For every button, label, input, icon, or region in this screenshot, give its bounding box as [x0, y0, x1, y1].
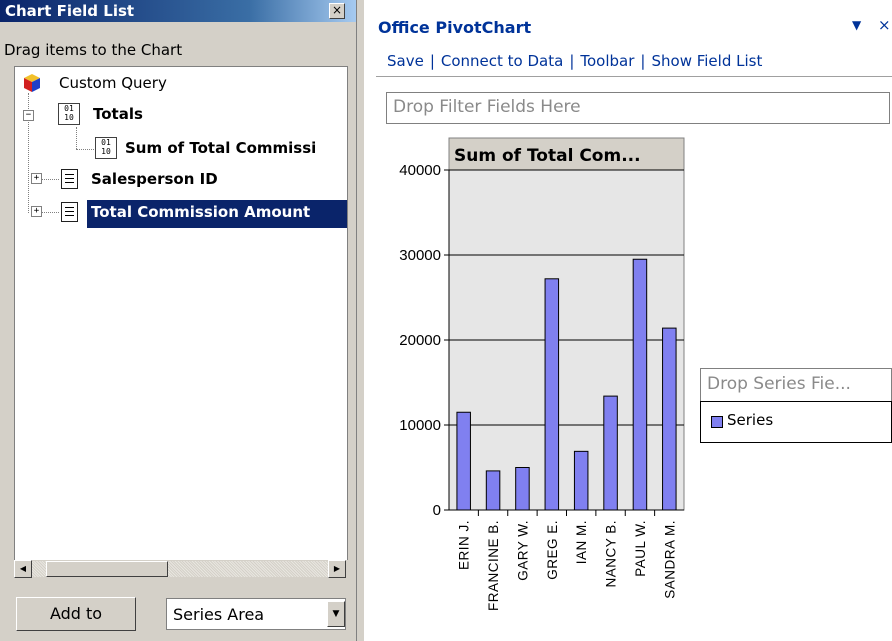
menu-save[interactable]: Save — [387, 52, 424, 70]
x-tick-label: FRANCINE B. — [486, 520, 501, 611]
scrollbar-thumb[interactable] — [46, 561, 168, 577]
y-tick-label: 30000 — [399, 247, 441, 264]
custom-query-cube-icon — [24, 74, 40, 92]
y-tick-label: 20000 — [399, 332, 441, 349]
x-tick-label: ERIN J. — [457, 520, 472, 570]
field-list-title-bar[interactable]: Chart Field List × — [0, 0, 356, 22]
tree-item-salesperson-id[interactable]: Salesperson ID — [91, 170, 218, 188]
chevron-down-icon[interactable]: ▼ — [327, 601, 345, 627]
menu-divider — [376, 76, 892, 77]
x-tick-label: SANDRA M. — [662, 520, 677, 599]
pivotchart-menu: Save | Connect to Data | Toolbar | Show Field … — [387, 52, 762, 70]
close-icon[interactable]: × — [878, 16, 891, 34]
bar-paul-w — [632, 258, 648, 511]
tree-item-totals[interactable]: Totals — [93, 105, 143, 123]
area-select[interactable]: Series Area ▼ — [166, 598, 346, 630]
tree-connector — [39, 179, 59, 180]
chart-field-list-panel: Chart Field List × Drag items to the Cha… — [0, 0, 356, 641]
field-list-icon — [61, 169, 78, 189]
field-list-instruction: Drag items to the Chart — [4, 41, 183, 59]
menu-show-field-list[interactable]: Show Field List — [651, 52, 762, 70]
bar-greg-e — [544, 278, 560, 511]
area-select-value: Series Area — [173, 605, 265, 624]
pane-divider[interactable] — [356, 0, 364, 641]
drop-filter-label: Drop Filter Fields Here — [393, 97, 581, 117]
tree-item-sum-total-commission[interactable]: Sum of Total Commissi — [125, 139, 316, 157]
tree-connector — [76, 127, 77, 149]
bar-gary-w — [515, 467, 530, 511]
bar-ian-m — [573, 450, 589, 511]
menu-separator: | — [640, 52, 646, 70]
totals-binary-icon: 01 10 — [58, 103, 80, 125]
scroll-right-arrow-icon[interactable]: ▶ — [328, 560, 346, 578]
totals-binary-icon: 01 10 — [95, 137, 117, 159]
scroll-left-arrow-icon[interactable]: ◀ — [14, 560, 32, 578]
tree-item-total-commission-amount[interactable]: Total Commission Amount — [91, 203, 310, 221]
x-tick-label: GARY W. — [515, 520, 530, 581]
bar-nancy-b — [603, 395, 618, 511]
field-tree: Custom Query − 01 10 Totals 01 10 Sum of… — [14, 66, 348, 562]
chart-legend[interactable]: Series — [700, 401, 892, 443]
pivotchart-title: Office PivotChart — [378, 18, 532, 37]
tree-item-custom-query[interactable]: Custom Query — [59, 74, 167, 92]
tree-connector — [39, 212, 59, 213]
expand-toggle[interactable]: + — [31, 173, 42, 184]
bar-sandra-m — [662, 327, 677, 511]
pane-menu-caret-icon[interactable]: ▼ — [852, 18, 861, 32]
x-tick-label: GREG E. — [545, 520, 560, 580]
expand-toggle[interactable]: + — [31, 206, 42, 217]
drop-filter-zone[interactable]: Drop Filter Fields Here — [386, 92, 890, 124]
menu-separator: | — [569, 52, 575, 70]
bar-erin-j — [456, 411, 471, 511]
menu-connect-to-data[interactable]: Connect to Data — [441, 52, 563, 70]
x-tick-label: PAUL W. — [633, 520, 648, 577]
y-tick-label: 40000 — [399, 162, 441, 179]
field-list-title: Chart Field List — [5, 2, 135, 20]
pivot-bar-chart[interactable]: Sum of Total Com... 0 10000 20000 30000 40000… — [376, 136, 696, 641]
x-tick-label: NANCY B. — [604, 520, 619, 588]
add-to-button[interactable]: Add to — [16, 597, 136, 631]
y-tick-label: 10000 — [399, 417, 441, 434]
y-tick-label: 0 — [433, 502, 441, 519]
drop-series-zone[interactable]: Drop Series Fie... — [700, 368, 892, 402]
chart-title: Sum of Total Com... — [454, 146, 641, 166]
menu-toolbar[interactable]: Toolbar — [580, 52, 634, 70]
menu-separator: | — [429, 52, 435, 70]
horizontal-scrollbar[interactable]: ◀ ▶ — [14, 560, 348, 578]
legend-label: Series — [727, 411, 774, 429]
collapse-toggle[interactable]: − — [23, 110, 34, 121]
tree-connector — [76, 149, 94, 150]
x-tick-label: IAN M. — [574, 520, 589, 564]
drop-series-label: Drop Series Fie... — [707, 374, 851, 394]
bar-francine-b — [485, 470, 501, 511]
close-icon[interactable]: × — [329, 3, 345, 19]
legend-swatch — [711, 416, 723, 428]
field-list-icon — [61, 202, 78, 222]
